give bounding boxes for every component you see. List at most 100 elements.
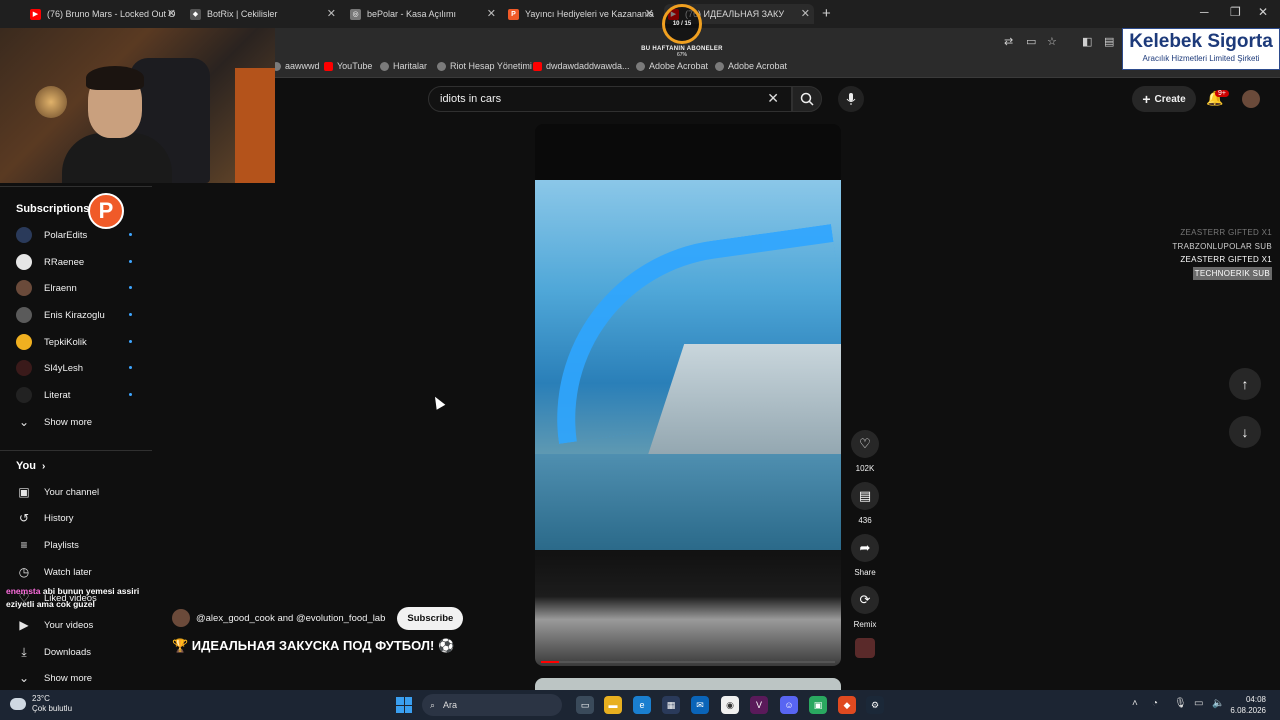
close-tab-icon[interactable]: ✕ (167, 7, 176, 20)
tray-app-icon[interactable]: ◔ (1152, 698, 1158, 709)
sidebar-item-downloads[interactable]: ⤓ Downloads (16, 641, 146, 663)
browser-tab[interactable]: ◆ BotRix | Cekilisler ✕ (190, 4, 336, 24)
sidebar-subscription-tepkikolik[interactable]: TepkiKolik (16, 331, 146, 353)
video-progress-fill (541, 661, 559, 663)
previous-short-button[interactable]: ↑ (1229, 368, 1261, 400)
bookmark[interactable]: Riot Hesap Yönetimi (437, 61, 532, 71)
bookmark[interactable]: YouTube (324, 61, 372, 71)
subscriptions-heading[interactable]: Subscriptions (16, 203, 89, 215)
new-tab-button[interactable]: + (822, 5, 831, 22)
you-heading[interactable]: You › (16, 460, 45, 472)
subscribe-button[interactable]: Subscribe (397, 606, 464, 630)
bookmark[interactable]: aawwwd (272, 61, 320, 71)
video-progress-bar[interactable] (541, 661, 835, 663)
extensions-puzzle-icon[interactable]: ▤ (1104, 35, 1114, 48)
sidebar-item-your-videos[interactable]: ▶ Your videos (16, 614, 146, 636)
like-action[interactable]: ♡ 102K (850, 430, 880, 473)
weather-widget[interactable]: 23°C Çok bulutlu (10, 694, 72, 714)
translate-icon[interactable]: ⇄ (1004, 35, 1013, 48)
cast-icon[interactable]: ▭ (1026, 35, 1036, 48)
sidebar-item-label: History (44, 512, 74, 524)
tray-chevron-icon[interactable]: ˄ (1132, 698, 1138, 709)
app-icon[interactable]: ▣ (809, 696, 827, 714)
like-icon[interactable]: ♡ (851, 430, 879, 458)
close-tab-icon[interactable]: ✕ (487, 7, 496, 20)
sidebar-item-watch-later[interactable]: ◷ Watch later (16, 561, 146, 583)
microphone-icon[interactable]: 🎙 (1174, 698, 1187, 709)
comment-icon[interactable]: ▤ (851, 482, 879, 510)
next-short-button[interactable]: ↓ (1229, 416, 1261, 448)
new-content-dot (129, 366, 132, 369)
steam-icon[interactable]: ⚙ (866, 696, 884, 714)
share-action[interactable]: ➦ Share (850, 534, 880, 577)
sidebar-subscription-sl4ylesh[interactable]: Sl4yLesh (16, 357, 146, 379)
short-video-player[interactable] (535, 124, 841, 666)
sidebar-item-label: Your channel (44, 486, 100, 498)
network-icon[interactable]: ▭ (1194, 698, 1203, 709)
system-clock[interactable]: 04:08 6.08.2026 (1230, 694, 1266, 716)
bookmark[interactable]: Haritalar (380, 61, 427, 71)
sidebar-item-history[interactable]: ↺ History (16, 507, 146, 529)
chat-overlay: enemsta abi bunun yemesi assiri eziyetli… (6, 585, 166, 611)
account-avatar[interactable] (1242, 90, 1260, 108)
sidebar-item-your-channel[interactable]: ▣ Your channel (16, 481, 146, 503)
remix-action[interactable]: ⟳ Remix (850, 586, 880, 629)
globe-icon (715, 61, 724, 71)
next-short-preview[interactable] (535, 678, 841, 690)
comments-action[interactable]: ▤ 436 (850, 482, 880, 525)
discord-icon[interactable]: ☺ (780, 696, 798, 714)
close-tab-icon[interactable]: ✕ (327, 7, 336, 20)
globe-icon: ◎ (350, 8, 361, 20)
store-icon[interactable]: ▦ (662, 696, 680, 714)
outlook-icon[interactable]: ✉ (691, 696, 709, 714)
minimize-icon[interactable]: ─ (1200, 5, 1209, 19)
browser-tab[interactable]: ▶ (76) Bruno Mars - Locked Out O ✕ (30, 4, 176, 24)
bookmark[interactable]: Adobe Acrobat (636, 61, 708, 71)
search-input[interactable]: idiots in cars ✕ (428, 86, 792, 112)
file-explorer-icon[interactable]: ▬ (604, 696, 622, 714)
chrome-icon[interactable]: ◉ (721, 696, 739, 714)
windows-start-icon[interactable] (396, 697, 412, 713)
show-more-you[interactable]: ⌄ Show more (16, 667, 146, 689)
search-button[interactable] (792, 86, 822, 112)
sound-avatar[interactable] (855, 638, 875, 658)
video-frame-water (535, 454, 841, 550)
voice-search-button[interactable] (838, 86, 864, 112)
channel-handles[interactable]: @alex_good_cook and @evolution_food_lab (196, 613, 385, 624)
close-window-icon[interactable]: ✕ (1258, 5, 1268, 19)
task-view-icon[interactable]: ▭ (576, 696, 594, 714)
bookmark-star-icon[interactable]: ☆ (1047, 35, 1057, 48)
sidebar-subscription-rraenee[interactable]: RRaenee (16, 251, 146, 273)
channel-icon: ▣ (18, 485, 30, 499)
sidebar-item-playlists[interactable]: ≡ Playlists (16, 534, 146, 556)
arrow-up-icon: ↑ (1241, 376, 1249, 392)
taskbar-search[interactable]: ⌕ Ara (422, 694, 562, 716)
extension-icon[interactable]: ◧ (1082, 35, 1092, 48)
app-icon[interactable]: V (750, 696, 768, 714)
maps-icon (380, 61, 389, 71)
channel-avatar[interactable] (172, 609, 190, 627)
bookmark[interactable]: dwdawdaddwawda... (533, 61, 630, 71)
remix-icon[interactable]: ⟳ (851, 586, 879, 614)
maximize-icon[interactable]: ❐ (1230, 5, 1241, 19)
plus-icon: + (1142, 91, 1151, 107)
sidebar-subscription-literat[interactable]: Literat (16, 384, 146, 406)
bookmark-label: YouTube (337, 61, 373, 71)
sidebar-subscription-enis-kirazoglu[interactable]: Enis Kirazoglu (16, 304, 146, 326)
brave-icon[interactable]: ◆ (838, 696, 856, 714)
share-icon[interactable]: ➦ (851, 534, 879, 562)
bookmark[interactable]: Adobe Acrobat (715, 61, 787, 71)
volume-icon[interactable]: 🔈 (1212, 698, 1224, 709)
new-content-dot (129, 286, 132, 289)
sidebar-subscription-elraenn[interactable]: Elraenn (16, 277, 146, 299)
sub-goal-count: 10 / 15 (672, 21, 692, 27)
video-icon: ▶ (19, 618, 29, 632)
edge-icon[interactable]: e (633, 696, 651, 714)
create-button[interactable]: + Create (1132, 86, 1196, 112)
close-tab-icon[interactable]: ✕ (801, 7, 810, 20)
browser-tab[interactable]: ◎ bePolar - Kasa Açılımı ✕ (350, 4, 496, 24)
show-more-subscriptions[interactable]: ⌄ Show more (16, 411, 146, 433)
channel-name: RRaenee (44, 256, 85, 268)
sidebar-subscription-polaredits[interactable]: PolarEdits (16, 224, 146, 246)
clear-search-icon[interactable]: ✕ (767, 90, 779, 107)
